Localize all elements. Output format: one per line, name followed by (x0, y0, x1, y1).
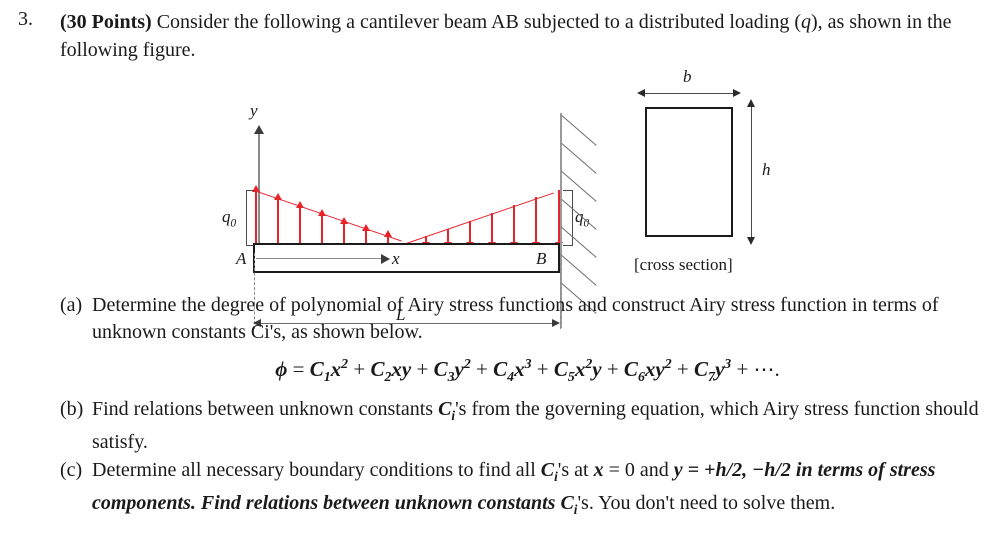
width-dimension-arrow-left (637, 89, 645, 97)
x-axis-arrowhead (381, 253, 390, 264)
height-dimension-line (751, 107, 753, 237)
equation-term: C7y3 (693, 356, 732, 385)
load-arrow-up (296, 201, 303, 243)
q0-label-left: q0 (222, 207, 237, 230)
part-c: (c) Determine all necessary boundary con… (60, 457, 995, 523)
equation-term: C4x3 (493, 356, 532, 385)
equation-equals: = (292, 357, 305, 381)
x-axis-line (256, 257, 383, 259)
width-label-b: b (683, 67, 692, 86)
statement-text-before: Consider the following a cantilever beam… (156, 11, 801, 33)
load-arrow-up (318, 209, 325, 243)
load-profile-right (406, 192, 554, 244)
x-axis-label: x (392, 249, 400, 268)
equation-term: C6xy2 (623, 356, 672, 385)
part-c-text-2: 's at (557, 459, 594, 482)
equation-plus: + (416, 357, 429, 381)
problem-parts-list: (a) Determine the degree of polynomial o… (60, 292, 995, 524)
width-dimension-line (645, 93, 733, 95)
part-c-constant-symbol-2: Ci (560, 492, 578, 518)
load-arrow-down (422, 236, 429, 249)
part-c-text-5: 's. You don't need to solve them. (577, 492, 836, 515)
load-arrow-down (488, 213, 495, 249)
part-a-tag: (a) (60, 294, 83, 316)
part-a: (a) Determine the degree of polynomial o… (60, 292, 995, 346)
equation-ellipsis: + ⋯. (736, 357, 780, 381)
beam-end-label-a: A (236, 249, 247, 268)
equation-plus: + (536, 357, 549, 381)
equation-term: C2xy (370, 357, 412, 385)
statement-q-symbol: q (800, 11, 811, 33)
part-b-constant-symbol: Ci (438, 398, 456, 424)
load-arrow-down (510, 205, 517, 249)
part-c-tag: (c) (60, 459, 83, 482)
part-b-tag: (b) (60, 398, 84, 421)
points-label: (30 Points) (60, 11, 152, 33)
q0-bracket-left (246, 190, 254, 246)
width-dimension-arrow-right (733, 89, 741, 97)
load-arrow-up (340, 217, 347, 243)
equation-plus: + (353, 357, 366, 381)
wall-hatch-line (561, 255, 597, 286)
equation-term: C3y2 (433, 356, 471, 385)
height-dimension-arrow-bottom (747, 237, 755, 245)
cross-section-rectangle (645, 107, 733, 237)
beam-end-label-b: B (536, 249, 547, 268)
y-axis-label: y (250, 101, 258, 120)
part-c-x-symbol: x (593, 459, 604, 482)
q0-bracket-right (563, 190, 573, 246)
equation-plus: + (476, 357, 488, 381)
part-b: (b) Find relations between unknown const… (60, 396, 995, 456)
load-arrow-down (532, 197, 539, 249)
equation-plus: + (676, 357, 689, 381)
beam-figure: y q0 q0 A B x L (0, 55, 620, 329)
part-b-text-1: Find relations between unknown constants (92, 398, 439, 421)
y-axis-arrowhead (253, 125, 264, 134)
height-dimension-arrow-top (747, 99, 755, 107)
page-root: 3. (30 Points) Consider the following a … (0, 0, 1000, 534)
part-c-constant-symbol: Ci (540, 459, 558, 485)
cross-section-figure: b h [cross section] (620, 55, 870, 290)
part-a-text: Determine the degree of polynomial of Ai… (92, 294, 939, 343)
load-arrow-down (466, 221, 473, 249)
problem-number: 3. (18, 8, 33, 30)
airy-stress-function-equation: ϕ = C1x2 + C2xy + C3y2 + C4x3 + C5x2y + … (60, 348, 995, 393)
equation-plus: + (606, 357, 619, 381)
load-arrow-up (252, 185, 259, 243)
equation-term: C5x2y (553, 356, 602, 385)
wall-hatch-line (561, 115, 597, 146)
cross-section-caption: [cross section] (634, 255, 733, 274)
height-label-h: h (762, 160, 771, 179)
load-arrow-up (362, 224, 369, 243)
part-c-y-symbol: y (673, 459, 683, 482)
equation-term: C1x2 (309, 356, 349, 385)
wall-hatch-line (561, 143, 597, 174)
load-arrow-up (274, 193, 281, 243)
load-arrow-down (444, 229, 451, 249)
load-arrow-up (384, 230, 391, 243)
equation-phi-symbol: ϕ (275, 357, 288, 381)
part-c-text-3: = 0 and (603, 459, 674, 482)
part-c-text-1: Determine all necessary boundary conditi… (92, 459, 541, 482)
